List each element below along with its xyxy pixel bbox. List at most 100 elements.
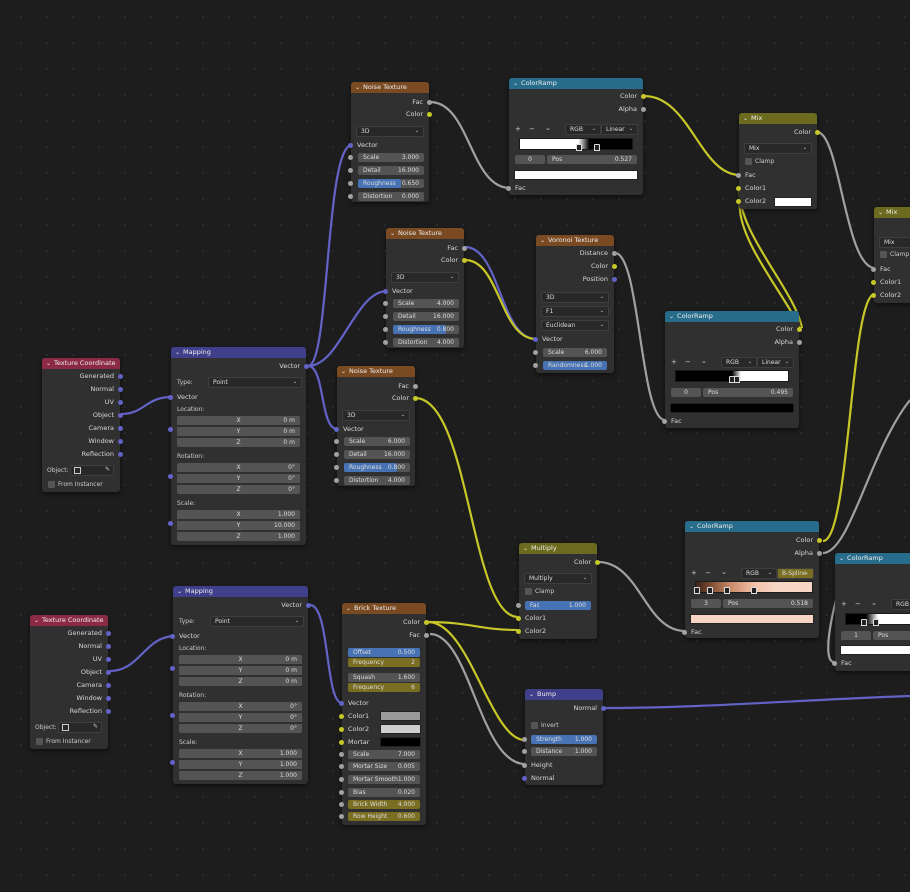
location-z-field[interactable]: Z0 m: [177, 438, 300, 447]
color1-swatch[interactable]: [380, 711, 421, 721]
ramp-stop-handle[interactable]: [724, 587, 730, 594]
object-field[interactable]: ✎: [70, 465, 114, 476]
socket[interactable]: [533, 336, 538, 342]
color-ramp-node[interactable]: ⌄ ColorRamp + − ⌄ RGB 1 Pos Fac: [832, 553, 910, 671]
noise-texture-node[interactable]: ⌄ Noise Texture Fac Color 3D ⌄ Vector Scal…: [334, 366, 418, 486]
chevron-down-icon[interactable]: ⌄: [355, 82, 360, 93]
chevron-down-icon[interactable]: ⌄: [513, 78, 518, 89]
socket[interactable]: [304, 363, 309, 369]
ramp-stop-handle[interactable]: [576, 144, 582, 151]
socket[interactable]: [170, 666, 175, 671]
roughness-field[interactable]: Roughness 0.800: [393, 325, 459, 334]
type-dropdown[interactable]: Point ⌄: [210, 616, 304, 627]
socket[interactable]: [871, 266, 876, 272]
mix-node[interactable]: ⌄ Mix Color Mix ⌄ Clamp Fac Color1 Color2: [736, 113, 820, 209]
location-y-field[interactable]: Y0 m: [179, 666, 302, 675]
rotation-x-field[interactable]: X 0°: [177, 463, 300, 472]
socket[interactable]: [106, 630, 111, 636]
distortion-field[interactable]: Distortion 4.000: [393, 338, 459, 347]
socket[interactable]: [339, 764, 344, 769]
stop-index-field[interactable]: 1: [841, 631, 871, 640]
from-instancer-checkbox[interactable]: [48, 481, 55, 488]
rotation-y-field[interactable]: Y 0°: [179, 713, 302, 722]
stop-position-field[interactable]: Pos 0.527: [547, 155, 637, 164]
socket[interactable]: [832, 660, 837, 666]
interpolation-dropdown[interactable]: Linear ⌄: [757, 357, 794, 368]
scale-z-field[interactable]: Z 1.000: [177, 532, 300, 541]
ramp-stop-handle[interactable]: [734, 376, 740, 383]
chevron-down-icon[interactable]: ⌄: [341, 366, 346, 377]
detail-field[interactable]: Detail 16.000: [344, 450, 410, 459]
socket[interactable]: [383, 314, 388, 319]
ramp-stop-handle[interactable]: [694, 587, 700, 594]
socket[interactable]: [522, 762, 527, 768]
stop-position-field[interactable]: Pos: [873, 631, 910, 640]
socket[interactable]: [506, 185, 511, 191]
color-ramp-node[interactable]: ⌄ ColorRamp Color Alpha + − ⌄ RGB ⌄ Linear…: [506, 78, 646, 195]
rotation-y-field[interactable]: Y 0°: [177, 474, 300, 483]
ramp-stop-handle[interactable]: [861, 619, 867, 626]
socket[interactable]: [339, 814, 344, 819]
mapping-node[interactable]: ⌄ Mapping Vector Type: Point ⌄ Vector Loca…: [168, 347, 309, 545]
dimensions-dropdown[interactable]: 3D ⌄: [391, 272, 459, 283]
color2-swatch[interactable]: [380, 724, 421, 734]
chevron-down-icon[interactable]: ⌄: [540, 235, 545, 246]
offset-field[interactable]: Offset 0.500: [348, 648, 420, 657]
distortion-field[interactable]: Distortion 4.000: [344, 476, 410, 485]
randomness-field[interactable]: Randomness 1.000: [543, 361, 607, 370]
socket[interactable]: [334, 465, 339, 470]
socket[interactable]: [106, 682, 111, 688]
mapping-node[interactable]: ⌄ Mapping Vector Type: Point ⌄ Vector Loca…: [170, 586, 311, 784]
color2-swatch[interactable]: [774, 197, 812, 207]
distortion-field[interactable]: Distortion 0.000: [358, 192, 424, 201]
socket[interactable]: [736, 198, 741, 204]
clamp-checkbox[interactable]: [745, 158, 752, 165]
socket[interactable]: [817, 550, 822, 556]
scale-x-field[interactable]: X 1.000: [179, 749, 302, 758]
bias-field[interactable]: Bias 0.020: [348, 788, 420, 797]
ramp-stop-handle[interactable]: [707, 587, 713, 594]
scale-field[interactable]: Scale 4.000: [393, 299, 459, 308]
mortar-smooth-field[interactable]: Mortar Smooth 1.000: [348, 775, 420, 784]
socket[interactable]: [170, 760, 175, 765]
socket[interactable]: [118, 386, 123, 392]
chevron-down-icon[interactable]: ⌄: [689, 521, 694, 532]
socket[interactable]: [516, 628, 521, 634]
socket[interactable]: [106, 695, 111, 701]
socket[interactable]: [106, 643, 111, 649]
socket[interactable]: [339, 700, 344, 706]
stop-color-swatch[interactable]: [670, 403, 794, 413]
roughness-field[interactable]: Roughness 0.800: [344, 463, 410, 472]
from-instancer-checkbox[interactable]: [36, 738, 43, 745]
color-mode-dropdown[interactable]: RGB ⌄: [565, 124, 601, 135]
node-header[interactable]: ⌄ Mix: [874, 207, 910, 218]
noise-texture-node[interactable]: ⌄ Noise Texture Fac Color 3D ⌄ Vector Scal…: [383, 228, 467, 348]
chevron-down-icon[interactable]: ⌄: [46, 358, 51, 369]
texture-coordinate-node[interactable]: ⌄ Texture Coordinate Generated Normal UV …: [42, 358, 123, 492]
interpolation-dropdown[interactable]: Linear ⌄: [601, 124, 638, 135]
feature-dropdown[interactable]: F1 ⌄: [541, 306, 609, 317]
node-header[interactable]: ⌄ ColorRamp: [665, 311, 799, 322]
socket[interactable]: [424, 632, 429, 638]
stop-position-field[interactable]: Pos 0.495: [703, 388, 793, 397]
socket[interactable]: [168, 427, 173, 432]
node-header[interactable]: ⌄ Mix: [739, 113, 817, 124]
node-header[interactable]: ⌄ Noise Texture: [351, 82, 429, 93]
node-header[interactable]: ⌄ ColorRamp: [685, 521, 819, 532]
chevron-down-icon[interactable]: ⌄: [175, 347, 180, 358]
socket[interactable]: [641, 106, 646, 112]
stop-index-field[interactable]: 3: [691, 599, 721, 608]
fac-field[interactable]: Fac 1.000: [525, 601, 591, 610]
stop-position-field[interactable]: Pos 0.518: [723, 599, 813, 608]
rotation-x-field[interactable]: X 0°: [179, 702, 302, 711]
socket[interactable]: [662, 418, 667, 424]
socket[interactable]: [516, 615, 521, 621]
eyedropper-icon[interactable]: ✎: [105, 466, 110, 473]
stop-color-swatch[interactable]: [690, 614, 814, 624]
stop-index-field[interactable]: 0: [515, 155, 545, 164]
node-header[interactable]: ⌄ Brick Texture: [342, 603, 426, 614]
socket[interactable]: [168, 474, 173, 479]
ramp-menu-button[interactable]: ⌄: [871, 599, 877, 607]
add-stop-button[interactable]: +: [691, 569, 697, 577]
socket[interactable]: [871, 292, 876, 298]
